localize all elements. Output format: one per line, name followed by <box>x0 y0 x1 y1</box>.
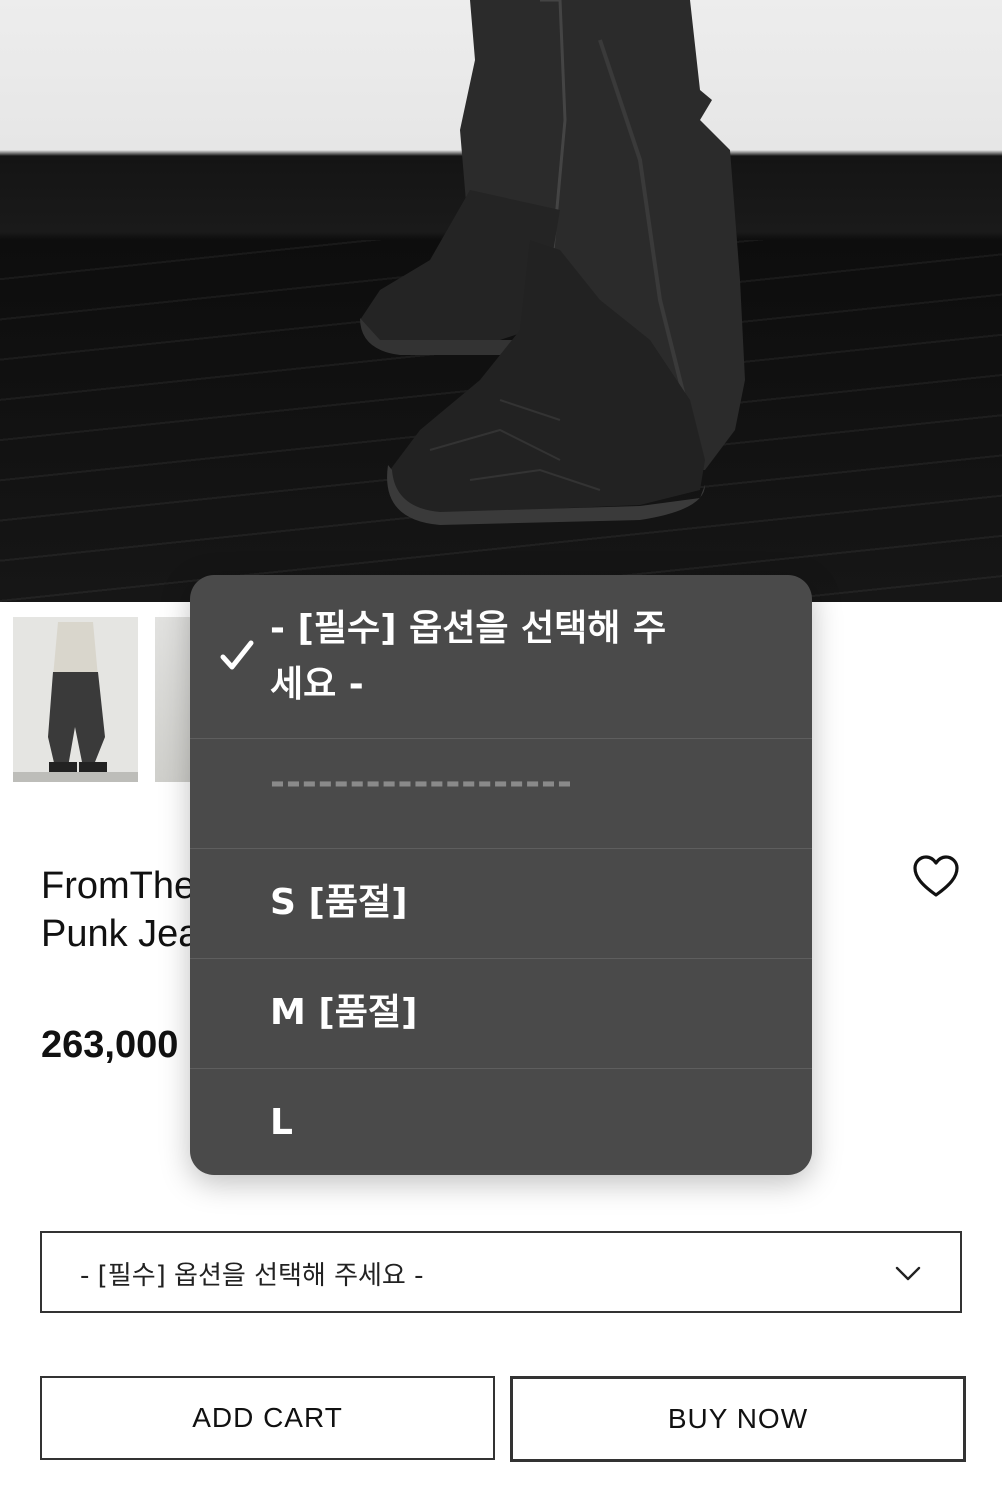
add-cart-button[interactable]: ADD CART <box>40 1376 495 1460</box>
option-dropdown-menu: - [필수] 옵션을 선택해 주세요 - -------------------… <box>190 575 812 1175</box>
product-main-image[interactable] <box>0 0 1002 602</box>
boots-photo <box>360 0 745 525</box>
heart-outline-icon <box>913 855 959 897</box>
dropdown-option-required[interactable]: - [필수] 옵션을 선택해 주세요 - <box>190 575 812 739</box>
wishlist-button[interactable] <box>912 854 960 900</box>
checkmark-icon <box>220 640 254 670</box>
dropdown-option-label: L <box>270 1102 293 1143</box>
dropdown-option-l[interactable]: L <box>190 1069 812 1175</box>
product-price: 263,000 <box>41 1024 179 1066</box>
chevron-down-icon <box>895 1266 921 1281</box>
dropdown-option-label: ------------------- <box>270 762 573 803</box>
dropdown-option-label: - [필수] 옵션을 선택해 주세요 - <box>270 608 667 705</box>
thumbnail-1[interactable] <box>13 617 138 782</box>
dropdown-option-separator[interactable]: ------------------- <box>190 739 812 849</box>
buy-now-button[interactable]: BUY NOW <box>510 1376 966 1462</box>
option-select-value: - [필수] 옵션을 선택해 주세요 - <box>80 1261 424 1291</box>
thumbnail-2[interactable] <box>155 617 195 782</box>
thumbnail-1-image <box>13 617 138 782</box>
option-select[interactable]: - [필수] 옵션을 선택해 주세요 - <box>40 1231 962 1313</box>
dropdown-option-label: M [품절] <box>270 992 418 1033</box>
dropdown-option-label: S [품절] <box>270 882 408 923</box>
dropdown-option-m[interactable]: M [품절] <box>190 959 812 1069</box>
dropdown-option-s[interactable]: S [품절] <box>190 849 812 959</box>
